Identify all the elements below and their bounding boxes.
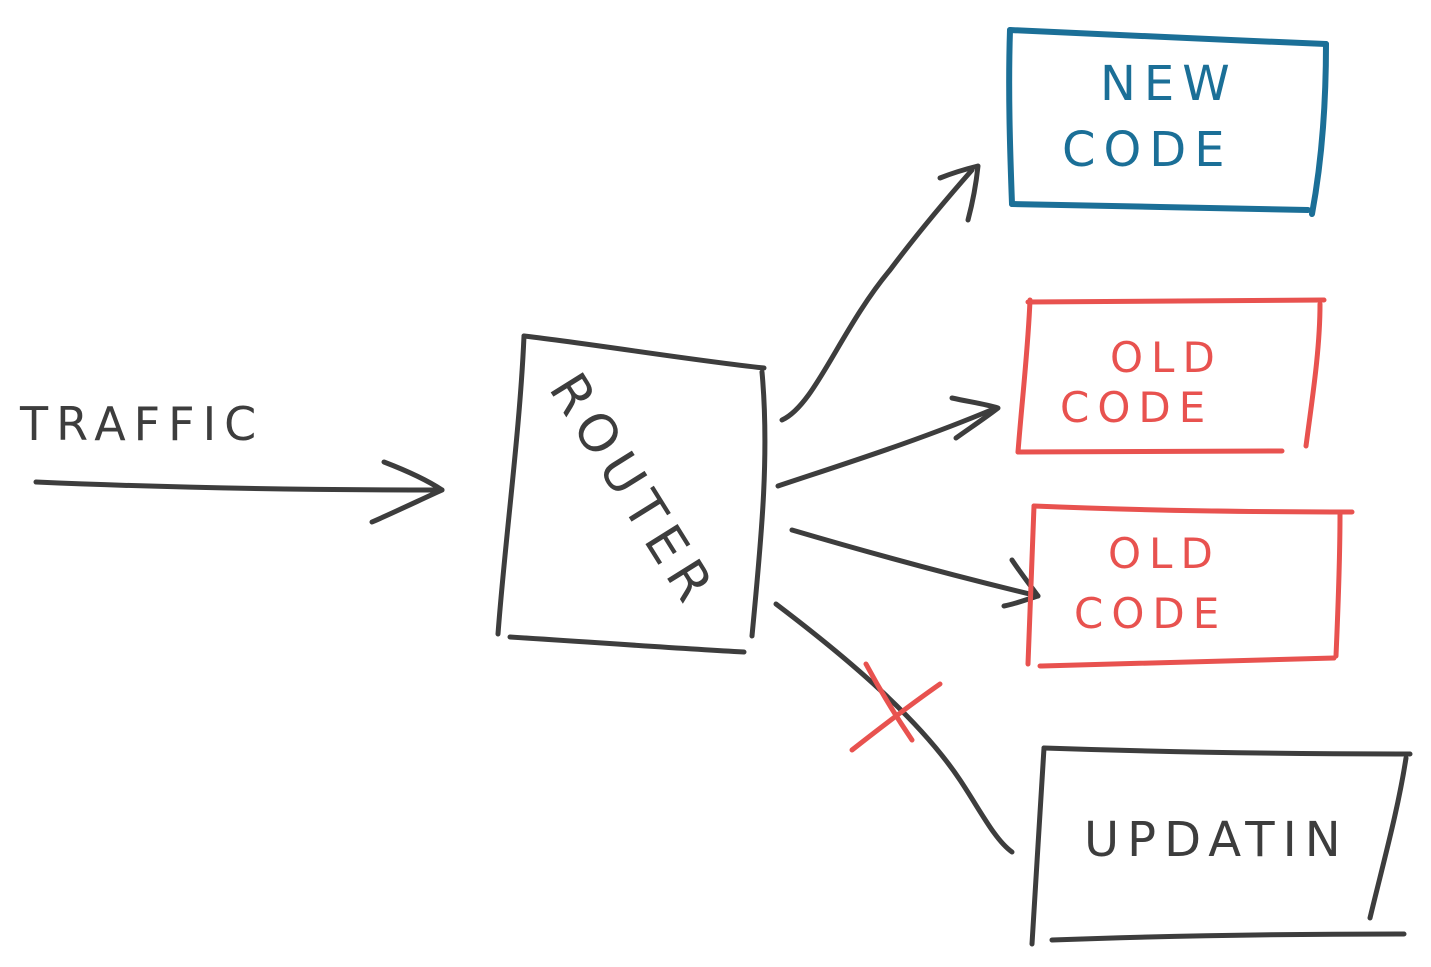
traffic-arrow <box>33 459 445 525</box>
new-code-line1: NEW <box>1100 56 1238 112</box>
old-code-1-line2: CODE <box>1060 383 1213 432</box>
arrow-to-old-code-2 <box>789 527 1041 609</box>
whiteboard-diagram: TRAFFIC ROUTER NEW CODE OLD CODE OLD COD… <box>19 27 1413 947</box>
old-code-2-line1: OLD <box>1108 529 1221 578</box>
new-code-line2: CODE <box>1062 122 1233 178</box>
old-code-1-line1: OLD <box>1110 333 1223 382</box>
blocked-route-line <box>773 601 1015 855</box>
updating-label: UPDATIN <box>1084 812 1349 868</box>
arrow-to-new-code <box>779 163 981 423</box>
old-code-2-line2: CODE <box>1074 589 1227 638</box>
router-label: ROUTER <box>537 363 728 619</box>
traffic-label: TRAFFIC <box>19 397 264 451</box>
arrow-to-old-code-1 <box>775 395 1001 489</box>
